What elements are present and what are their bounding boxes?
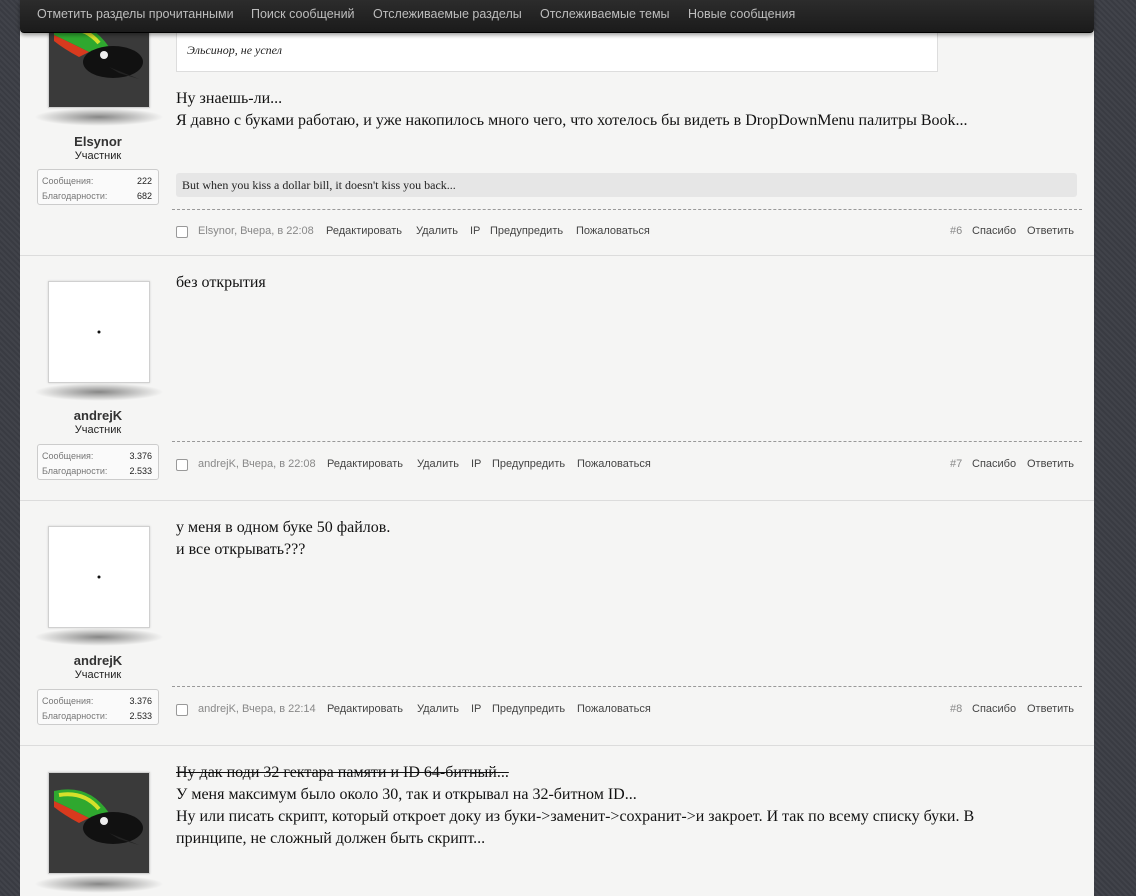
signature: But when you kiss a dollar bill, it does…: [176, 173, 1077, 197]
reply-link[interactable]: Ответить: [1027, 703, 1074, 715]
avatar-shadow: [34, 108, 164, 126]
divider: [172, 686, 1082, 687]
edit-link[interactable]: Редактировать: [327, 703, 403, 715]
avatar[interactable]: [48, 772, 150, 874]
warn-link[interactable]: Предупредить: [490, 225, 563, 237]
post-9: Ну дак поди 32 гектара памяти и ID 64-би…: [20, 746, 1094, 896]
message-line: принципе, не сложный должен быть скрипт.…: [176, 830, 486, 847]
message-line: без открытия: [176, 274, 266, 291]
thanks-label: Благодарности:: [42, 711, 108, 721]
post-7: andrejK Участник Сообщения: 3.376 Благода…: [20, 256, 1094, 501]
toucan-avatar-icon: [49, 773, 149, 873]
message-line: Ну или писать скрипт, который откроет до…: [176, 808, 975, 825]
ip-link[interactable]: IP: [471, 458, 481, 470]
nav-new-posts[interactable]: Новые сообщения: [688, 7, 795, 21]
avatar[interactable]: [48, 281, 150, 383]
nav-watched-threads[interactable]: Отслеживаемые темы: [540, 7, 670, 21]
user-role: Участник: [74, 150, 122, 162]
divider: [172, 441, 1082, 442]
message-line: у меня в одном буке 50 файлов.: [176, 519, 391, 536]
ip-link[interactable]: IP: [470, 225, 480, 237]
post-6: Elsynor Участник Сообщения: 222 Благодарн…: [20, 0, 1094, 256]
post-footer: andrejK, Вчера, в 22:08 Редактировать Уд…: [176, 458, 1078, 474]
messages-count[interactable]: 3.376: [129, 696, 152, 706]
messages-label: Сообщения:: [42, 176, 94, 186]
report-link[interactable]: Пожаловаться: [577, 458, 651, 470]
nav-mark-read[interactable]: Отметить разделы прочитанными: [37, 7, 234, 21]
warn-link[interactable]: Предупредить: [492, 458, 565, 470]
avatar[interactable]: [48, 526, 150, 628]
user-role: Участник: [74, 669, 122, 681]
quote-block: Эльсинор, не успел: [176, 33, 938, 72]
report-link[interactable]: Пожаловаться: [576, 225, 650, 237]
message-line: Я давно с буками работаю, и уже накопило…: [176, 112, 968, 129]
thanks-link[interactable]: Спасибо: [972, 225, 1016, 237]
report-link[interactable]: Пожаловаться: [577, 703, 651, 715]
edit-link[interactable]: Редактировать: [326, 225, 402, 237]
nav-watched-forums[interactable]: Отслеживаемые разделы: [373, 7, 522, 21]
post-footer: andrejK, Вчера, в 22:14 Редактировать Уд…: [176, 703, 1078, 719]
select-checkbox[interactable]: [176, 459, 188, 471]
quote-text: Эльсинор, не успел: [187, 43, 282, 57]
user-stats: Сообщения: 3.376 Благодарности: 2.533: [37, 689, 159, 725]
post-meta[interactable]: andrejK, Вчера, в 22:14: [198, 703, 316, 715]
messages-label: Сообщения:: [42, 696, 94, 706]
delete-link[interactable]: Удалить: [416, 225, 458, 237]
thanks-count: 2.533: [129, 711, 152, 721]
reply-link[interactable]: Ответить: [1027, 225, 1074, 237]
thanks-count: 682: [136, 191, 152, 201]
select-checkbox[interactable]: [176, 704, 188, 716]
user-stats: Сообщения: 222 Благодарности: 682: [37, 169, 159, 205]
username[interactable]: andrejK: [18, 653, 178, 668]
default-avatar-icon: [97, 330, 101, 334]
post-meta[interactable]: andrejK, Вчера, в 22:08: [198, 458, 316, 470]
delete-link[interactable]: Удалить: [417, 458, 459, 470]
message-line: У меня максимум было около 30, так и отк…: [176, 786, 637, 803]
signature-text: But when you kiss a dollar bill, it does…: [182, 178, 456, 192]
divider: [172, 209, 1082, 210]
avatar-shadow: [34, 383, 164, 401]
select-checkbox[interactable]: [176, 226, 188, 238]
username[interactable]: andrejK: [18, 408, 178, 423]
message-line: Ну знаешь-ли...: [176, 90, 283, 107]
user-role: Участник: [74, 424, 122, 436]
delete-link[interactable]: Удалить: [417, 703, 459, 715]
avatar-shadow: [34, 875, 164, 893]
ip-link[interactable]: IP: [471, 703, 481, 715]
default-avatar-icon: [97, 575, 101, 579]
reply-link[interactable]: Ответить: [1027, 458, 1074, 470]
warn-link[interactable]: Предупредить: [492, 703, 565, 715]
thanks-label: Благодарности:: [42, 191, 108, 201]
message-line-strikethrough: Ну дак поди 32 гектара памяти и ID 64-би…: [176, 764, 509, 781]
messages-label: Сообщения:: [42, 451, 94, 461]
user-stats: Сообщения: 3.376 Благодарности: 2.533: [37, 444, 159, 480]
nav-search-posts[interactable]: Поиск сообщений: [251, 7, 355, 21]
thanks-link[interactable]: Спасибо: [972, 458, 1016, 470]
messages-count[interactable]: 222: [137, 176, 152, 186]
top-navbar: Отметить разделы прочитанными Поиск сооб…: [20, 0, 1094, 33]
edit-link[interactable]: Редактировать: [327, 458, 403, 470]
post-meta[interactable]: Elsynor, Вчера, в 22:08: [198, 225, 314, 237]
post-footer: Elsynor, Вчера, в 22:08 Редактировать Уд…: [176, 225, 1078, 241]
thanks-count: 2.533: [129, 466, 152, 476]
messages-count[interactable]: 3.376: [129, 451, 152, 461]
post-number[interactable]: #6: [950, 225, 962, 237]
username[interactable]: Elsynor: [18, 134, 178, 149]
thanks-link[interactable]: Спасибо: [972, 703, 1016, 715]
message-line: и все открывать???: [176, 541, 306, 558]
post-8: andrejK Участник Сообщения: 3.376 Благода…: [20, 501, 1094, 746]
avatar-shadow: [34, 628, 164, 646]
post-number[interactable]: #7: [950, 458, 962, 470]
thanks-label: Благодарности:: [42, 466, 108, 476]
post-number[interactable]: #8: [950, 703, 962, 715]
